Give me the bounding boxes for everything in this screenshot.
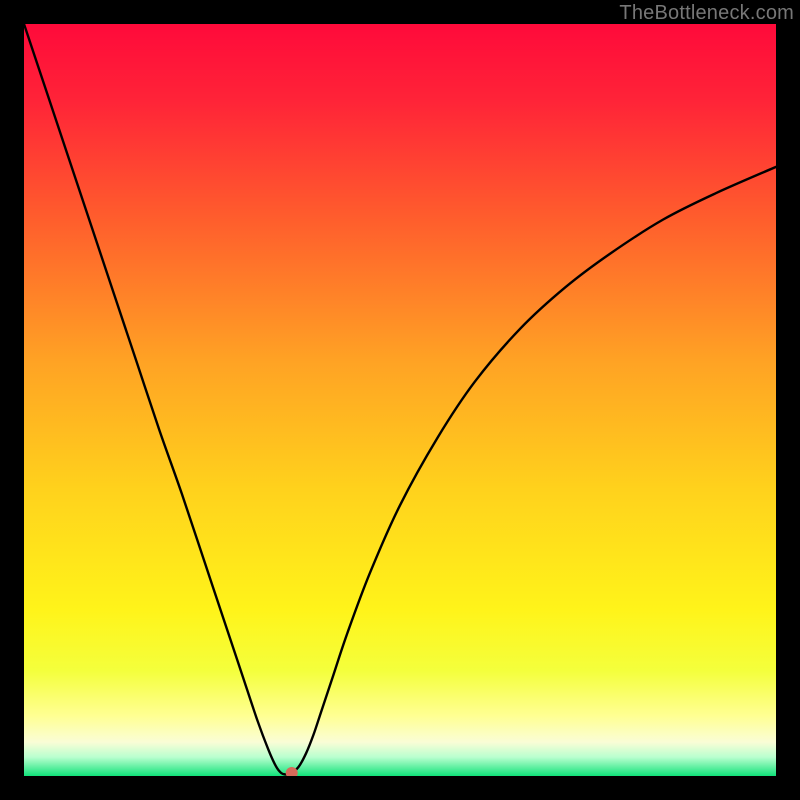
chart-background	[24, 24, 776, 776]
chart-frame	[24, 24, 776, 776]
bottleneck-chart	[24, 24, 776, 776]
watermark-text: TheBottleneck.com	[619, 2, 794, 25]
